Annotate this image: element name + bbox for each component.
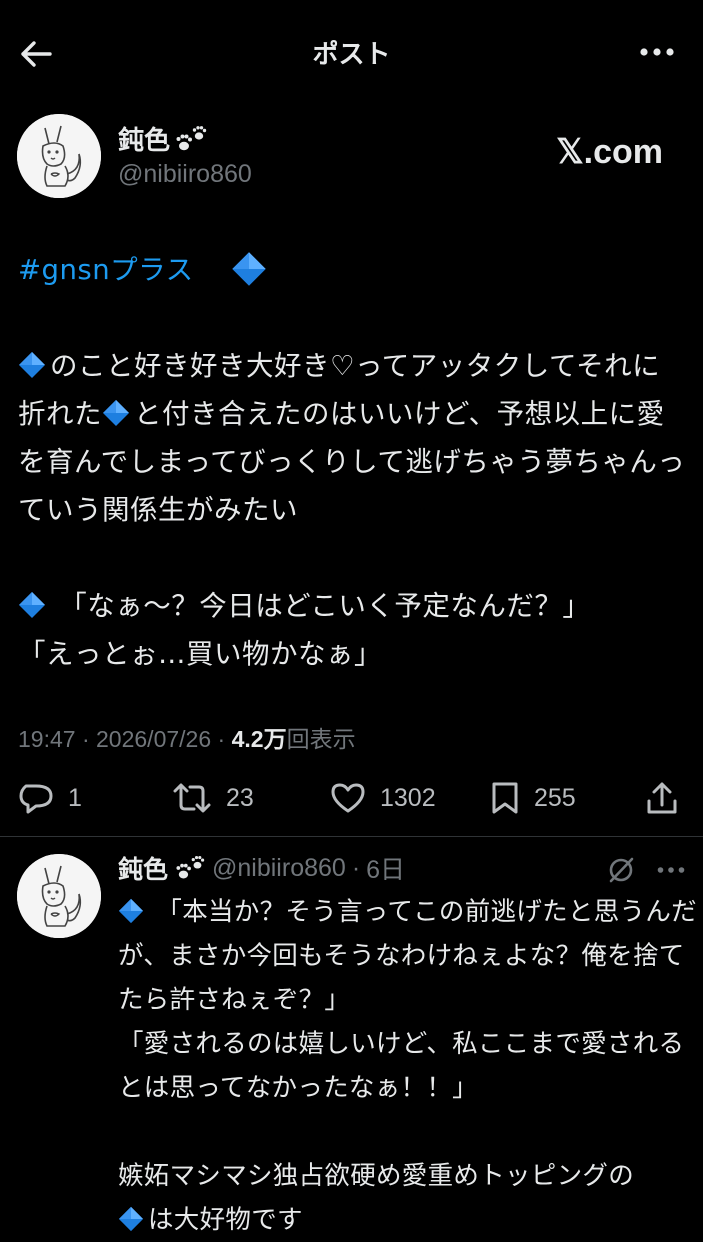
blue-diamond-emoji — [118, 1206, 144, 1232]
reply-count: 1 — [68, 783, 82, 812]
reply-line: 嫉妬マシマシ独占欲硬め愛重めトッピングの — [118, 1161, 635, 1191]
views-label: 回表示 — [286, 726, 356, 752]
reply-line: 「本当か？そう言ってこの前逃げたと思うんだが、まさか今回もそうなわけねぇよな？俺… — [118, 897, 697, 1015]
meta-separator: · — [75, 726, 97, 752]
blue-diamond-emoji — [118, 898, 144, 924]
more-options-button[interactable] — [637, 40, 677, 64]
reply-line: は大好物です — [148, 1205, 303, 1235]
bookmark-button[interactable]: 255 — [490, 776, 576, 820]
meta-separator: · — [211, 726, 232, 752]
reply-button[interactable]: 1 — [18, 776, 82, 820]
share-button[interactable] — [646, 776, 678, 820]
user-handle[interactable]: @nibiiro860 — [118, 160, 252, 189]
action-bar: 1 23 1302 255 — [0, 776, 703, 824]
reply-age[interactable]: 6日 — [366, 850, 405, 886]
post-date[interactable]: 2026/07/26 — [96, 726, 211, 752]
x-com-badge: 𝕏.com — [556, 133, 663, 171]
meta-separator: · — [351, 853, 361, 882]
heart-icon — [331, 783, 365, 813]
paw-prints-emoji — [176, 855, 205, 879]
display-name[interactable]: 鈍色 — [118, 120, 208, 157]
repost-icon — [173, 783, 211, 813]
reply-handle[interactable]: @nibiiro860 — [212, 854, 346, 883]
repost-button[interactable]: 23 — [172, 776, 254, 820]
avatar[interactable] — [17, 854, 101, 938]
blue-diamond-emoji — [19, 352, 45, 378]
avatar[interactable] — [17, 114, 101, 198]
slashed-circle-icon[interactable] — [607, 856, 635, 884]
divider — [0, 836, 703, 837]
speech-bubble-icon — [19, 784, 53, 814]
bookmark-count: 255 — [534, 783, 576, 812]
post-time[interactable]: 19:47 — [18, 726, 76, 752]
reply-line: 「愛されるのは嬉しいけど、私ここまで愛されるとは思ってなかったなぁ！！」 — [118, 1029, 685, 1103]
fox-avatar-icon — [17, 854, 101, 938]
reply-tools — [607, 856, 685, 884]
repost-count: 23 — [226, 783, 254, 812]
paw-prints-emoji — [176, 125, 207, 150]
like-button[interactable]: 1302 — [330, 776, 436, 820]
like-count: 1302 — [380, 783, 436, 812]
bookmark-icon — [492, 782, 518, 814]
quote-line: 「えっとぉ…買い物かなぁ」 — [18, 638, 382, 670]
views-count[interactable]: 4.2万 — [232, 726, 287, 752]
more-horizontal-icon — [640, 48, 674, 56]
hashtag-link[interactable]: #gnsnプラス — [18, 254, 194, 286]
share-icon — [647, 782, 677, 814]
reply-display-name[interactable]: 鈍色 — [118, 850, 168, 886]
blue-diamond-emoji — [231, 252, 266, 286]
blue-diamond-emoji — [19, 592, 45, 618]
post-meta: 19:47 · 2026/07/26 · 4.2万回表示 — [18, 720, 356, 754]
quote-line: 「なぁ〜？今日はどこいく予定なんだ？」 — [50, 590, 591, 622]
more-horizontal-icon[interactable] — [657, 866, 685, 874]
post-text: #gnsnプラス のこと好き好き大好き♡ってアッタクしてそれに折れた と付き合えた… — [18, 246, 688, 678]
reply-text: 「本当か？そう言ってこの前逃げたと思うんだが、まさか今回もそうなわけねぇよな？俺… — [118, 890, 698, 1242]
blue-diamond-emoji — [103, 400, 129, 426]
display-name-text: 鈍色 — [118, 126, 171, 156]
fox-avatar-icon — [17, 114, 101, 198]
reply-header: 鈍色 @nibiiro860 · 6日 — [118, 850, 405, 886]
page-title: ポスト — [312, 40, 391, 70]
top-bar: ポスト — [0, 0, 703, 104]
